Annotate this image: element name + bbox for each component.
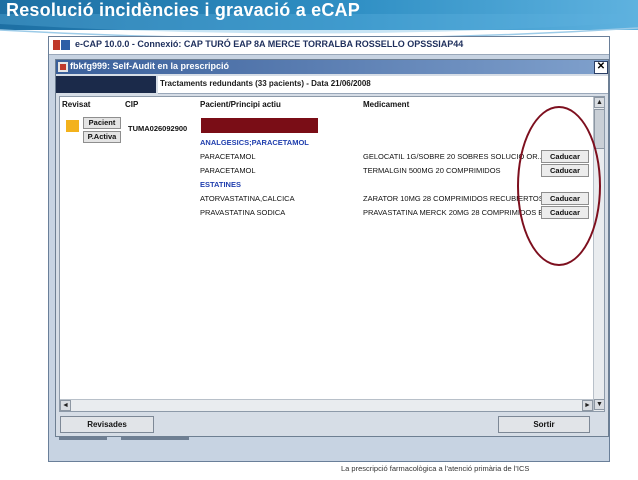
- report-banner-text: Tractaments redundants (33 pacients) - D…: [160, 79, 371, 88]
- patient-cip: TUMA026092900: [128, 124, 188, 133]
- patient-name-redacted: [201, 118, 318, 133]
- revisades-button[interactable]: Revisades: [60, 416, 154, 433]
- revisat-flag[interactable]: [66, 120, 79, 132]
- dialog-title: fbkfg999: Self-Audit en la prescripció: [70, 61, 230, 71]
- slide-footer: La prescripció farmacològica a l'atenció…: [341, 464, 530, 473]
- self-audit-dialog: fbkfg999: Self-Audit en la prescripció ✕…: [55, 59, 609, 437]
- banner-redacted-block: [56, 76, 156, 93]
- scroll-right-icon[interactable]: ►: [582, 400, 593, 411]
- ecap-window-title: e-CAP 10.0.0 - Connexió: CAP TURÓ EAP 8A…: [75, 39, 464, 49]
- row-active-ingredient: ATORVASTATINA,CALCICA: [200, 194, 295, 203]
- background-tab[interactable]: [121, 437, 189, 440]
- vertical-scrollbar[interactable]: ▲ ▼: [593, 97, 604, 411]
- row-medication: TERMALGIN 500MG 20 COMPRIMIDOS: [363, 166, 501, 175]
- horizontal-scrollbar[interactable]: ◄ ►: [60, 399, 593, 411]
- report-banner: Tractaments redundants (33 pacients) - D…: [158, 76, 608, 94]
- ecap-titlebar: e-CAP 10.0.0 - Connexió: CAP TURÓ EAP 8A…: [49, 37, 609, 55]
- dialog-app-icon: [58, 62, 68, 72]
- results-grid: Revisat CIP Pacient/Principi actiu Medic…: [59, 96, 605, 412]
- caducar-button[interactable]: Caducar: [541, 206, 589, 219]
- caducar-button[interactable]: Caducar: [541, 150, 589, 163]
- ecap-logo-icon: [53, 40, 70, 50]
- column-header-revisat: Revisat: [62, 100, 91, 109]
- column-header-cip: CIP: [125, 100, 139, 109]
- ecap-window: e-CAP 10.0.0 - Connexió: CAP TURÓ EAP 8A…: [48, 36, 610, 462]
- pacient-button[interactable]: Pacient: [83, 117, 121, 129]
- caducar-button[interactable]: Caducar: [541, 192, 589, 205]
- row-medication: GELOCATIL 1G/SOBRE 20 SOBRES SOLUCIO OR.…: [363, 152, 544, 161]
- column-header-patient: Pacient/Principi actiu: [200, 100, 281, 109]
- group-label: ESTATINES: [200, 180, 241, 189]
- pactiva-button[interactable]: P.Activa: [83, 131, 121, 143]
- column-header-medication: Medicament: [363, 100, 410, 109]
- scroll-up-icon[interactable]: ▲: [594, 97, 604, 108]
- close-icon[interactable]: ✕: [594, 61, 608, 74]
- scroll-down-icon[interactable]: ▼: [594, 399, 604, 410]
- row-medication: PRAVASTATINA MERCK 20MG 28 COMPRIMIDOS E: [363, 208, 544, 217]
- background-tab[interactable]: [59, 437, 107, 440]
- dialog-titlebar: fbkfg999: Self-Audit en la prescripció ✕: [56, 60, 608, 74]
- slide-title: Resolució incidències i gravació a eCAP: [6, 0, 360, 20]
- row-active-ingredient: PARACETAMOL: [200, 166, 256, 175]
- caducar-button[interactable]: Caducar: [541, 164, 589, 177]
- sortir-button[interactable]: Sortir: [498, 416, 590, 433]
- row-medication: ZARATOR 10MG 28 COMPRIMIDOS RECUBIERTOS: [363, 194, 544, 203]
- scroll-left-icon[interactable]: ◄: [60, 400, 71, 411]
- group-label: ANALGESICS;PARACETAMOL: [200, 138, 309, 147]
- vertical-scroll-thumb[interactable]: [594, 109, 604, 149]
- row-active-ingredient: PRAVASTATINA SODICA: [200, 208, 286, 217]
- row-active-ingredient: PARACETAMOL: [200, 152, 256, 161]
